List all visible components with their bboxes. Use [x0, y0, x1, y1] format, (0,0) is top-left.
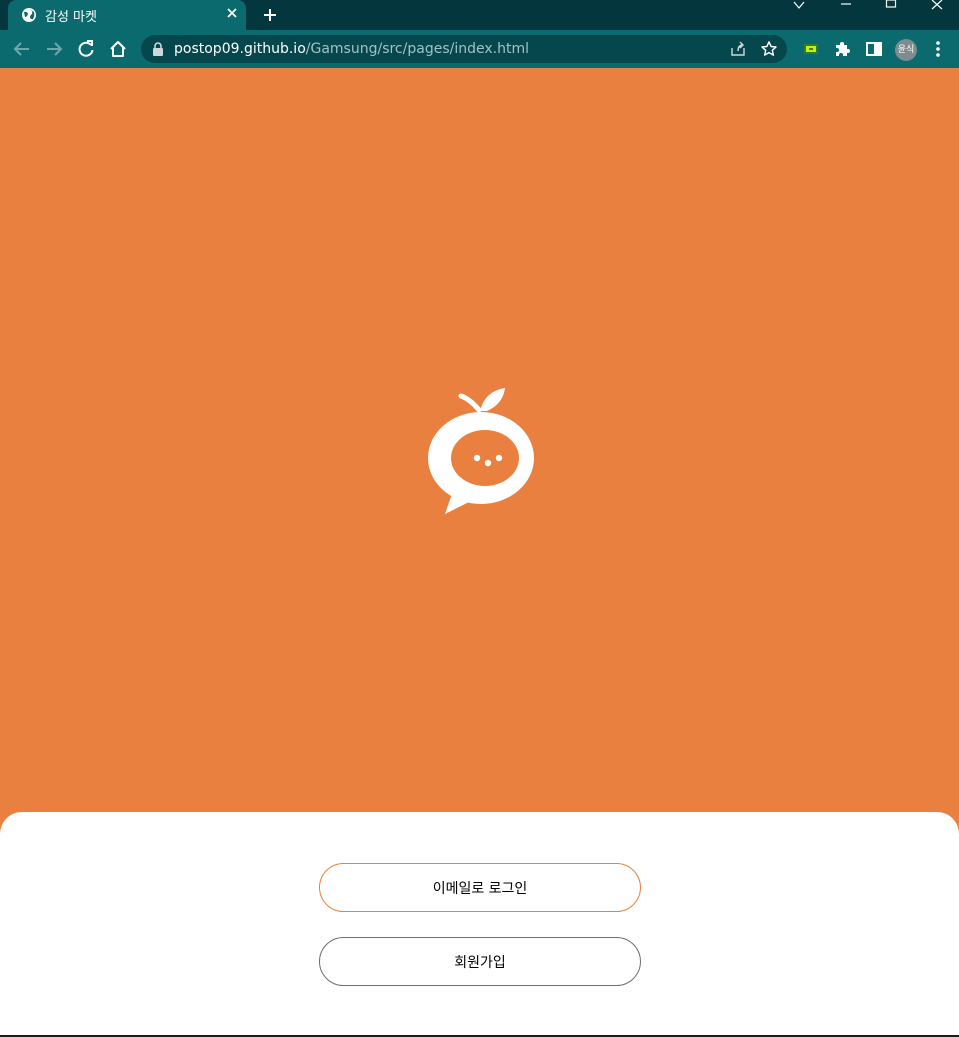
forward-icon[interactable] — [44, 39, 64, 59]
globe-icon — [22, 8, 36, 22]
browser-tab[interactable]: 감성 마켓 — [8, 0, 246, 30]
url-text[interactable]: postop09.github.io/Gamsung/src/pages/ind… — [174, 41, 529, 57]
puzzle-icon[interactable] — [832, 39, 852, 59]
bookmark-star-icon[interactable] — [760, 40, 778, 58]
browser-window: 감성 마켓 postop09.github.io/Gamsung/src/pag… — [0, 0, 959, 1037]
email-login-button[interactable]: 이메일로 로그인 — [319, 863, 641, 912]
tab-strip: 감성 마켓 — [0, 0, 959, 30]
app-logo — [428, 388, 534, 514]
close-tab-icon[interactable] — [224, 5, 240, 21]
home-icon[interactable] — [108, 39, 128, 59]
new-tab-icon[interactable] — [260, 5, 280, 25]
url-path: /Gamsung/src/pages/index.html — [305, 41, 529, 57]
maximize-icon[interactable] — [881, 0, 901, 16]
profile-avatar[interactable]: 윤식 — [895, 39, 917, 61]
side-panel-icon[interactable] — [864, 39, 884, 59]
back-icon[interactable] — [12, 39, 32, 59]
signup-button[interactable]: 회원가입 — [319, 937, 641, 986]
lock-icon[interactable] — [152, 42, 164, 56]
share-icon[interactable] — [729, 40, 747, 58]
minimize-icon[interactable] — [836, 0, 856, 16]
tab-title: 감성 마켓 — [45, 10, 97, 25]
url-host: postop09.github.io — [174, 41, 306, 57]
menu-dots-icon[interactable] — [928, 39, 948, 59]
window-close-icon[interactable] — [927, 0, 947, 16]
bottom-sheet: 이메일로 로그인 회원가입 — [0, 812, 959, 1035]
browser-toolbar: postop09.github.io/Gamsung/src/pages/ind… — [0, 30, 959, 68]
reload-icon[interactable] — [76, 39, 96, 59]
address-bar[interactable]: postop09.github.io/Gamsung/src/pages/ind… — [141, 35, 787, 63]
extension-icon[interactable] — [801, 39, 821, 59]
tab-search-icon[interactable] — [789, 0, 809, 16]
